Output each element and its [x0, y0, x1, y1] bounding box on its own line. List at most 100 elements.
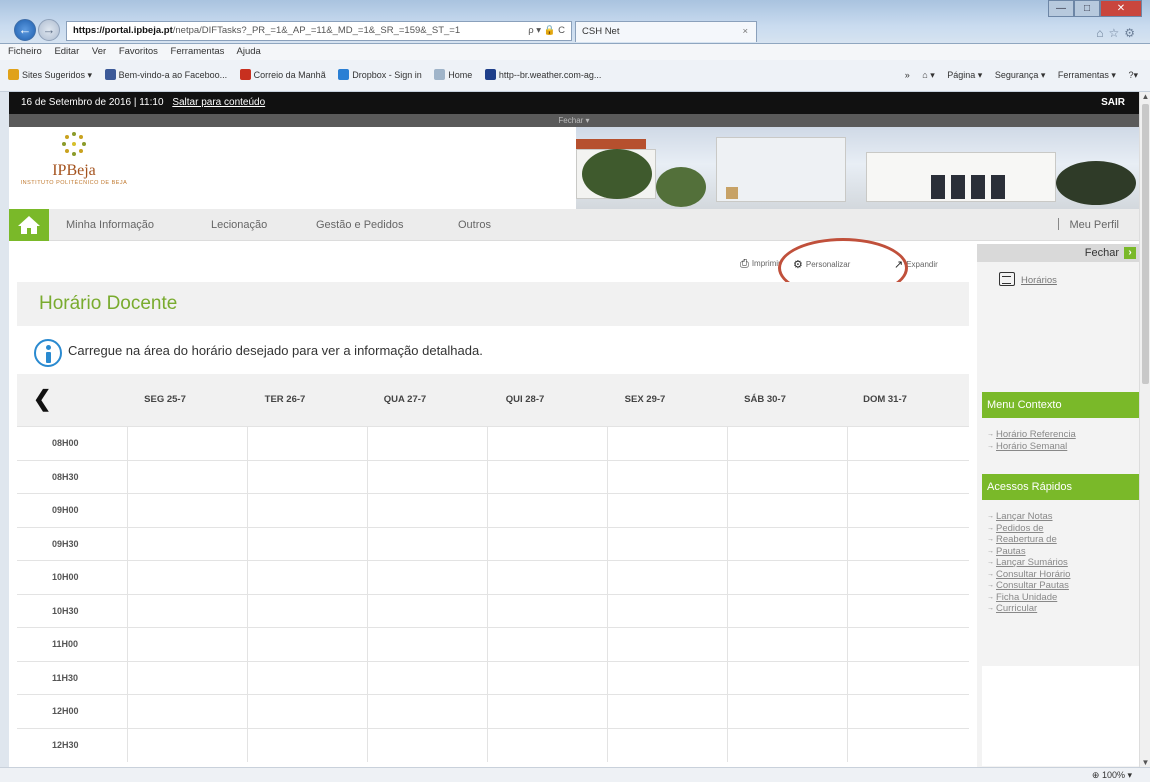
schedule-slot[interactable]	[487, 594, 607, 628]
schedule-slot[interactable]	[367, 628, 487, 662]
schedule-slot[interactable]	[127, 594, 247, 628]
schedule-slot[interactable]	[127, 628, 247, 662]
schedule-slot[interactable]	[127, 561, 247, 595]
schedule-slot[interactable]	[127, 527, 247, 561]
acessos-item[interactable]: Lançar Notas	[987, 511, 1070, 523]
schedule-slot[interactable]	[127, 427, 247, 461]
schedule-slot[interactable]	[487, 527, 607, 561]
schedule-slot[interactable]	[607, 561, 727, 595]
schedule-slot[interactable]	[247, 427, 367, 461]
schedule-slot[interactable]	[487, 628, 607, 662]
schedule-slot[interactable]	[727, 594, 847, 628]
nav-outros[interactable]: Outros	[458, 209, 491, 241]
nav-gestao-pedidos[interactable]: Gestão e Pedidos	[316, 209, 403, 241]
schedule-slot[interactable]	[127, 661, 247, 695]
close-sidebar-button[interactable]: Fechar ›	[977, 244, 1139, 262]
more-chevron-icon[interactable]: »	[905, 70, 910, 80]
schedule-slot[interactable]	[847, 561, 967, 595]
print-button[interactable]: ⎙ Imprimir	[740, 258, 781, 271]
browser-tab[interactable]: CSH Net ×	[575, 21, 757, 42]
home-button[interactable]	[9, 209, 49, 241]
schedule-slot[interactable]	[127, 494, 247, 528]
menu-ficheiro[interactable]: Ficheiro	[8, 46, 42, 57]
acessos-item[interactable]: Pautas	[987, 546, 1070, 558]
help-icon[interactable]: ?▾	[1128, 70, 1138, 80]
schedule-slot[interactable]	[847, 460, 967, 494]
minimize-icon[interactable]: —	[1048, 0, 1074, 17]
previous-week-icon[interactable]: ❮	[33, 386, 51, 412]
schedule-slot[interactable]	[607, 527, 727, 561]
scroll-up-icon[interactable]: ▲	[1141, 92, 1150, 101]
schedule-slot[interactable]	[607, 427, 727, 461]
schedule-slot[interactable]	[127, 460, 247, 494]
schedule-slot[interactable]	[247, 494, 367, 528]
schedule-slot[interactable]	[727, 695, 847, 729]
menu-ferramentas[interactable]: Ferramentas	[171, 46, 225, 57]
menu-editar[interactable]: Editar	[54, 46, 79, 57]
schedule-slot[interactable]	[847, 628, 967, 662]
schedule-slot[interactable]	[487, 427, 607, 461]
skip-to-content-link[interactable]: Saltar para conteúdo	[172, 97, 265, 108]
acessos-item[interactable]: Reabertura de	[987, 534, 1070, 546]
pagina-menu[interactable]: Página ▾	[947, 70, 982, 80]
schedule-slot[interactable]	[607, 728, 727, 762]
schedule-slot[interactable]	[247, 661, 367, 695]
schedule-slot[interactable]	[487, 661, 607, 695]
schedule-slot[interactable]	[367, 460, 487, 494]
schedule-slot[interactable]	[367, 427, 487, 461]
ipbeja-logo[interactable]: IPBeja INSTITUTO POLITÉCNICO DE BEJA	[9, 132, 139, 186]
schedule-slot[interactable]	[367, 527, 487, 561]
schedule-slot[interactable]	[367, 494, 487, 528]
seguranca-menu[interactable]: Segurança ▾	[995, 70, 1046, 80]
fav-facebook[interactable]: Bem-vindo-a ao Faceboo...	[104, 60, 227, 90]
schedule-slot[interactable]	[607, 661, 727, 695]
schedule-slot[interactable]	[247, 628, 367, 662]
ferramentas-menu[interactable]: Ferramentas ▾	[1058, 70, 1116, 80]
schedule-slot[interactable]	[127, 695, 247, 729]
tab-close-icon[interactable]: ×	[742, 22, 748, 42]
schedule-slot[interactable]	[727, 460, 847, 494]
schedule-slot[interactable]	[247, 728, 367, 762]
schedule-slot[interactable]	[127, 728, 247, 762]
fav-weather[interactable]: http--br.weather.com-ag...	[484, 60, 601, 90]
schedule-slot[interactable]	[367, 561, 487, 595]
schedule-slot[interactable]	[487, 460, 607, 494]
schedule-slot[interactable]	[367, 594, 487, 628]
schedule-slot[interactable]	[727, 561, 847, 595]
menu-contexto-item[interactable]: Horário Semanal	[987, 441, 1076, 453]
schedule-slot[interactable]	[607, 628, 727, 662]
schedule-slot[interactable]	[727, 527, 847, 561]
acessos-item[interactable]: Curricular	[987, 603, 1070, 615]
fav-correio[interactable]: Correio da Manhã	[239, 60, 326, 90]
schedule-slot[interactable]	[247, 695, 367, 729]
scroll-thumb[interactable]	[1142, 104, 1149, 384]
schedule-slot[interactable]	[607, 494, 727, 528]
acessos-item[interactable]: Pedidos de	[987, 523, 1070, 535]
page-scrollbar[interactable]: ▲ ▼	[1139, 92, 1150, 767]
schedule-slot[interactable]	[847, 728, 967, 762]
schedule-slot[interactable]	[367, 695, 487, 729]
acessos-item[interactable]: Consultar Horário	[987, 569, 1070, 581]
menu-ajuda[interactable]: Ajuda	[237, 46, 261, 57]
back-button[interactable]: ←	[14, 19, 36, 41]
logout-button[interactable]: SAIR	[1101, 92, 1125, 114]
acessos-item[interactable]: Lançar Sumários	[987, 557, 1070, 569]
fav-sites-sugeridos[interactable]: Sites Sugeridos ▾	[8, 60, 92, 90]
address-bar[interactable]: https://portal.ipbeja.pt/netpa/DIFTasks?…	[66, 21, 572, 41]
browser-toolbar-icons[interactable]: ⌂☆⚙	[1096, 26, 1140, 40]
schedule-slot[interactable]	[487, 728, 607, 762]
menu-contexto-item[interactable]: Horário Referencia	[987, 429, 1076, 441]
menu-favoritos[interactable]: Favoritos	[119, 46, 158, 57]
schedule-slot[interactable]	[847, 527, 967, 561]
schedule-slot[interactable]	[847, 494, 967, 528]
schedule-slot[interactable]	[487, 695, 607, 729]
schedule-slot[interactable]	[367, 728, 487, 762]
schedule-slot[interactable]	[607, 594, 727, 628]
schedule-slot[interactable]	[367, 661, 487, 695]
schedule-slot[interactable]	[247, 460, 367, 494]
schedule-slot[interactable]	[847, 661, 967, 695]
schedule-slot[interactable]	[847, 427, 967, 461]
acessos-item[interactable]: Ficha Unidade	[987, 592, 1070, 604]
forward-button[interactable]: →	[38, 19, 60, 41]
nav-lecionacao[interactable]: Lecionação	[211, 209, 267, 241]
